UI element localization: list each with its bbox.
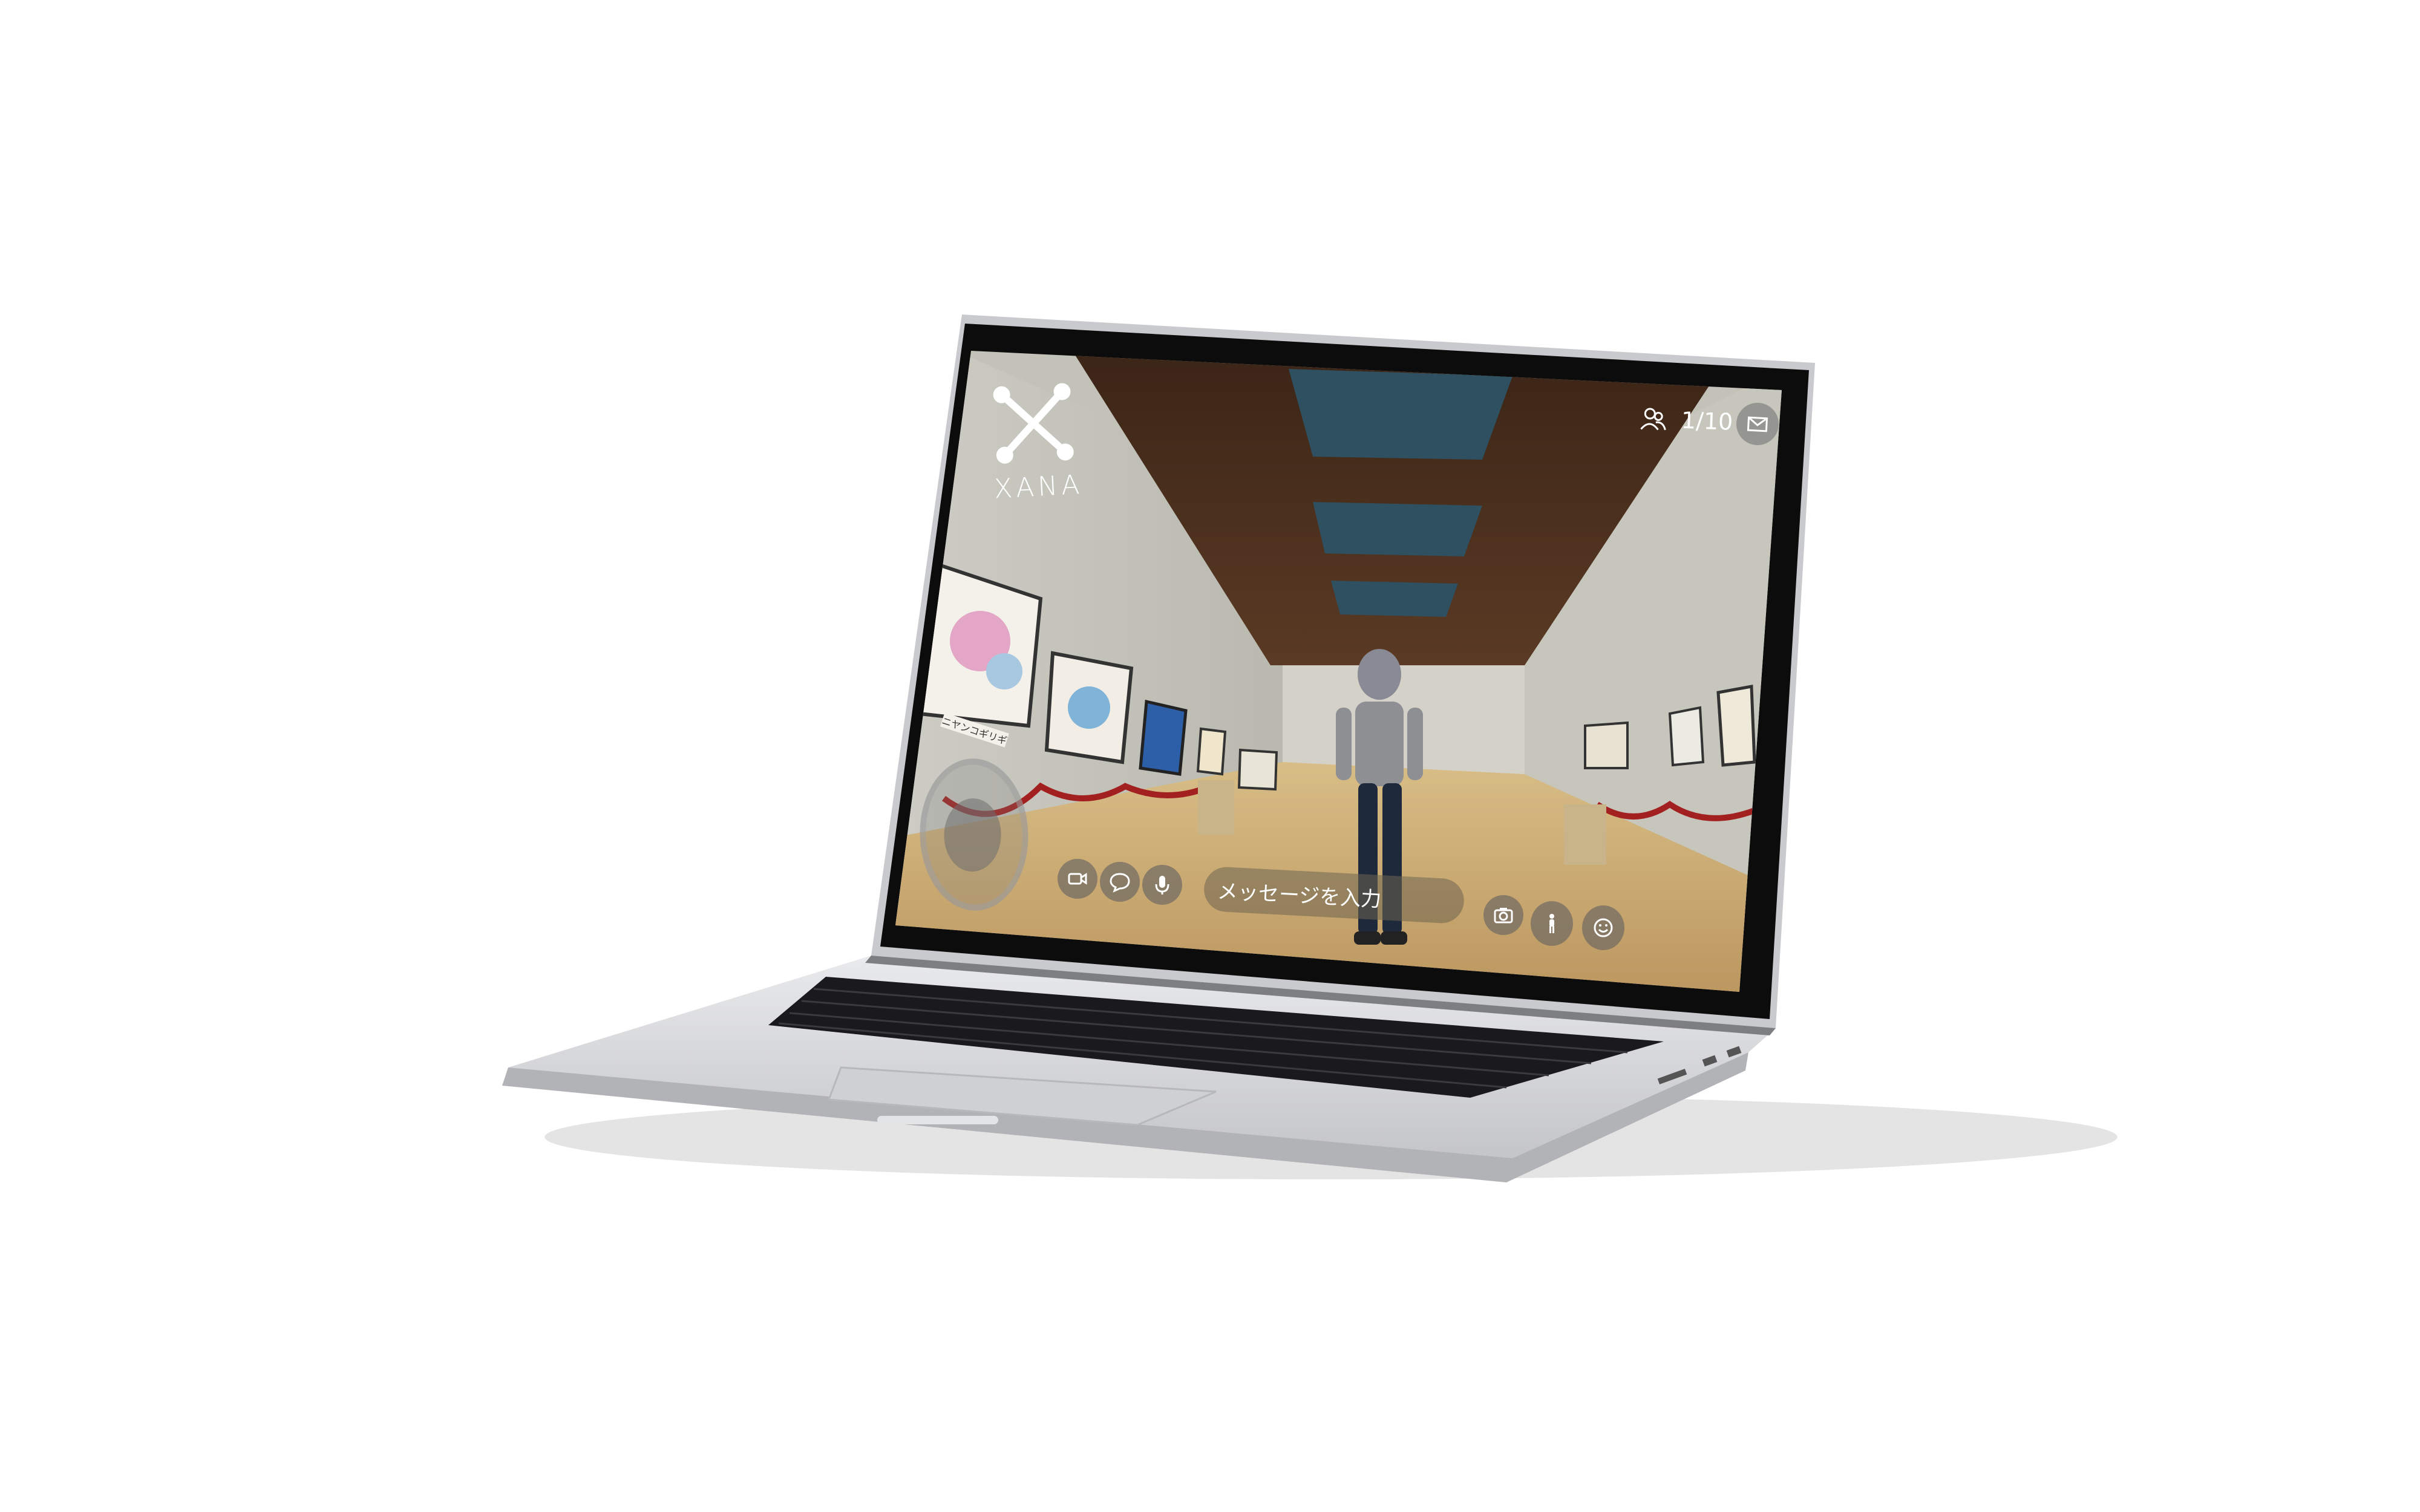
camera-button[interactable] xyxy=(1483,895,1523,935)
chat-button[interactable] xyxy=(1100,862,1140,902)
laptop-mockup xyxy=(502,314,2118,1182)
microphone-icon xyxy=(1155,876,1169,894)
emote-button[interactable] xyxy=(1582,905,1624,950)
video-camera-icon xyxy=(1068,873,1087,885)
player-count-indicator[interactable]: 1/10 xyxy=(1636,397,1734,443)
xana-logo-icon xyxy=(993,383,1074,464)
smiley-icon xyxy=(1594,918,1613,937)
camera-icon xyxy=(1494,908,1513,924)
painting xyxy=(1139,699,1188,776)
logo-text: XANA xyxy=(993,469,1084,505)
joystick-knob[interactable] xyxy=(939,792,1006,878)
avatar-button[interactable] xyxy=(1531,901,1573,946)
microphone-button[interactable] xyxy=(1142,865,1182,905)
xana-logo: XANA xyxy=(983,373,1087,516)
mail-icon xyxy=(1747,416,1768,432)
message-placeholder: メッセージを入力 xyxy=(1217,879,1382,912)
people-icon xyxy=(1640,408,1666,431)
person-icon xyxy=(1549,914,1554,933)
chat-bubble-icon xyxy=(1110,873,1130,893)
player-count: 1/10 xyxy=(1681,406,1734,435)
video-button[interactable] xyxy=(1058,859,1097,899)
